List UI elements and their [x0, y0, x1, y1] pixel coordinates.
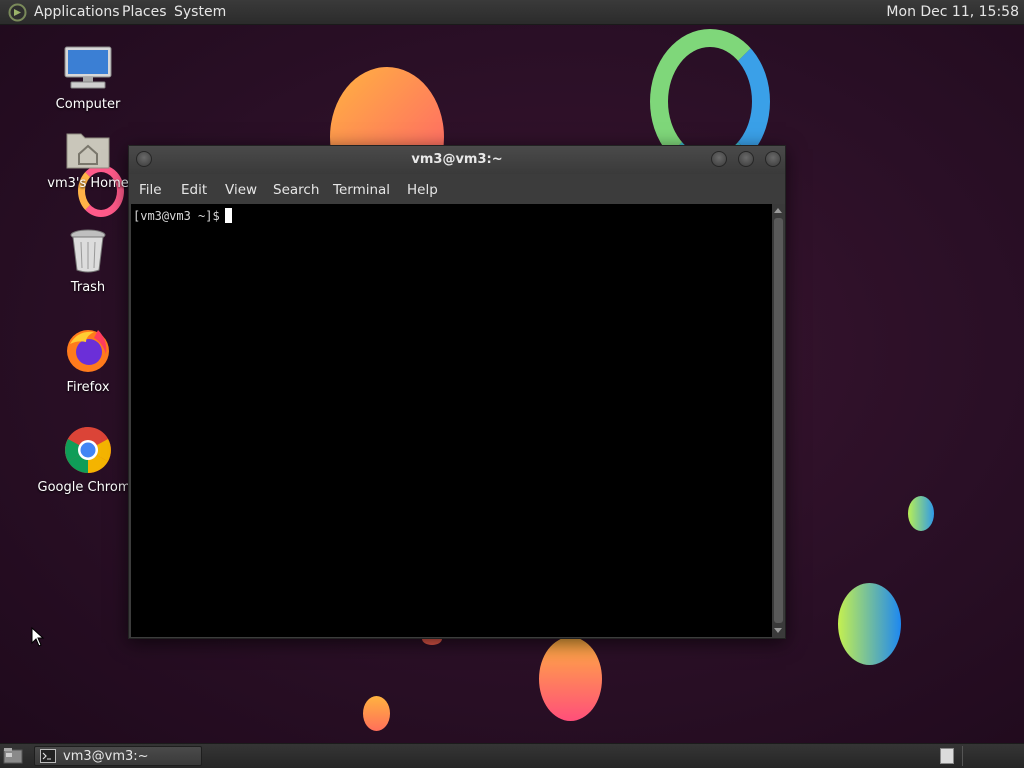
maximize-button[interactable]: [738, 151, 754, 167]
text-cursor: [224, 208, 232, 223]
wallpaper-green-blob: [908, 496, 934, 531]
menu-places[interactable]: Places: [122, 4, 167, 20]
desktop-icon-label: Trash: [70, 280, 106, 295]
trash-icon: [70, 229, 106, 273]
menu-applications[interactable]: Applications: [34, 4, 120, 20]
menu-terminal[interactable]: Terminal: [333, 182, 390, 198]
scroll-up-arrow-icon[interactable]: [774, 208, 782, 213]
terminal-icon: [40, 749, 56, 763]
desktop-icon-label: Computer: [55, 97, 121, 112]
menu-edit[interactable]: Edit: [181, 182, 207, 198]
chrome-icon: [65, 427, 111, 473]
desktop-icon-label: Firefox: [66, 380, 110, 395]
desktop-icon-chrome[interactable]: Google Chrome: [33, 426, 143, 495]
scrollbar-thumb[interactable]: [774, 218, 783, 623]
desktop-icon-label: vm3's Home: [47, 176, 129, 191]
menu-file[interactable]: File: [139, 182, 162, 198]
wallpaper-blue-blob: [838, 583, 901, 665]
desktop-icon-trash[interactable]: Trash: [33, 228, 143, 295]
terminal-window[interactable]: vm3@vm3:~ File Edit View Search Terminal…: [128, 145, 786, 639]
menu-help[interactable]: Help: [407, 182, 438, 198]
desktop-icon-home[interactable]: vm3's Home: [33, 128, 143, 191]
wallpaper-small-orange-blob: [363, 696, 390, 731]
show-desktop-icon[interactable]: [3, 747, 23, 765]
menu-view[interactable]: View: [225, 182, 257, 198]
firefox-icon: [67, 330, 109, 372]
window-title: vm3@vm3:~: [411, 152, 503, 167]
terminal-menubar: File Edit View Search Terminal Help: [129, 174, 785, 204]
minimize-button[interactable]: [711, 151, 727, 167]
panel-separator: [962, 746, 963, 766]
taskbar-button-label: vm3@vm3:~: [63, 749, 149, 764]
mouse-pointer-icon: [31, 627, 45, 647]
wallpaper-bottom-orange-blob: [539, 637, 602, 721]
workspace-switcher[interactable]: [940, 748, 954, 764]
top-panel: Applications Places System Mon Dec 11, 1…: [0, 0, 1024, 25]
menu-system[interactable]: System: [174, 4, 226, 20]
scroll-down-arrow-icon[interactable]: [774, 628, 782, 633]
terminal-scrollbar[interactable]: [772, 204, 785, 637]
desktop-icon-computer[interactable]: Computer: [33, 45, 143, 112]
distro-logo-icon[interactable]: [8, 3, 27, 22]
clock[interactable]: Mon Dec 11, 15:58: [886, 4, 1019, 20]
terminal-prompt-line: [vm3@vm3 ~]$: [133, 208, 232, 223]
desktop-icon-label: Google Chrome: [37, 480, 139, 495]
window-titlebar[interactable]: vm3@vm3:~: [129, 146, 785, 174]
terminal-prompt: [vm3@vm3 ~]$: [133, 209, 220, 223]
taskbar-button-terminal[interactable]: vm3@vm3:~: [34, 746, 202, 766]
close-button[interactable]: [765, 151, 781, 167]
bottom-panel: vm3@vm3:~: [0, 743, 1024, 768]
desktop-icon-firefox[interactable]: Firefox: [33, 326, 143, 395]
computer-icon: [64, 46, 112, 89]
menu-search[interactable]: Search: [273, 182, 319, 198]
terminal-text-area[interactable]: [vm3@vm3 ~]$: [131, 204, 772, 637]
home-folder-icon: [66, 133, 110, 169]
